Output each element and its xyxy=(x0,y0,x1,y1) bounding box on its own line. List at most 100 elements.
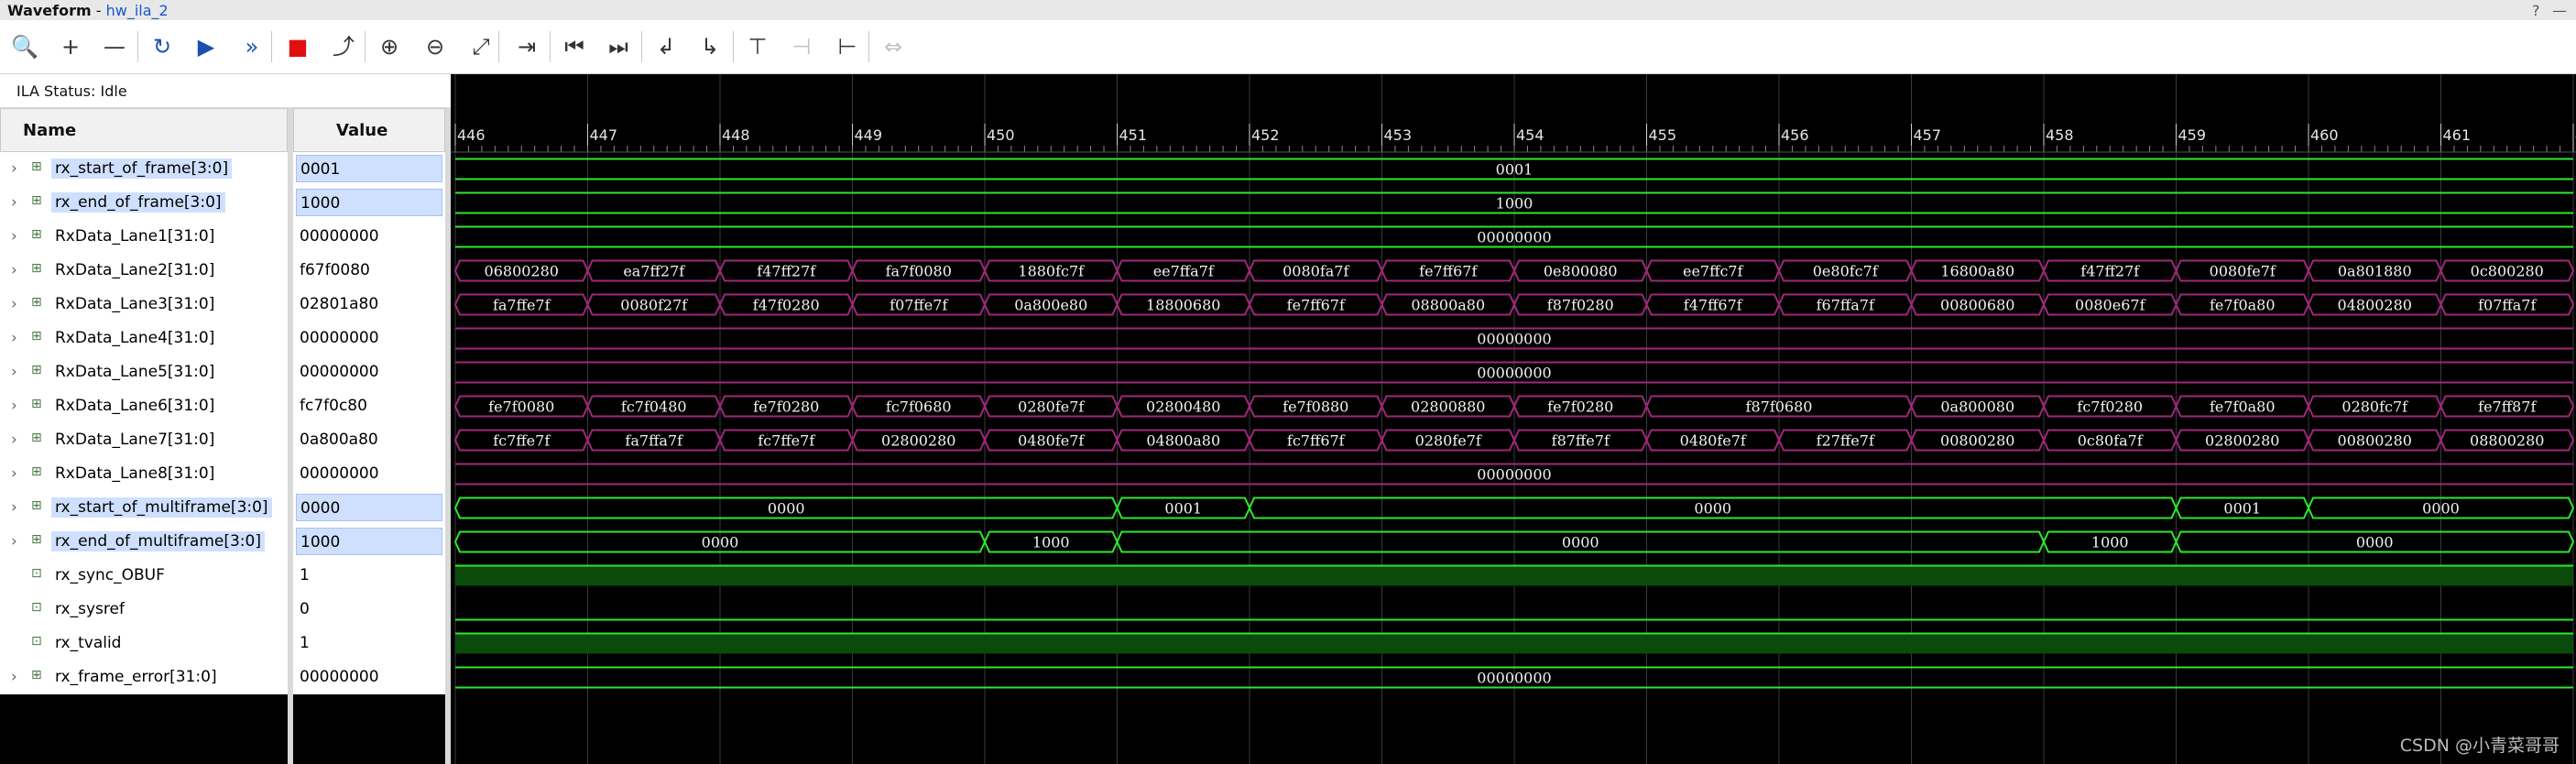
run-trigger-icon[interactable]: ▶ xyxy=(189,29,224,64)
signal-value: 00000000 xyxy=(300,464,379,483)
signal-row-value[interactable]: 00000000 xyxy=(293,457,445,491)
signal-row-value[interactable]: 00000000 xyxy=(293,660,445,694)
next-transition-icon[interactable]: ↳ xyxy=(693,29,727,64)
bus-value-label: 0000 xyxy=(1694,500,1731,518)
name-column-header[interactable]: Name xyxy=(0,108,288,152)
bus-value-label: 0c80fa7f xyxy=(2078,432,2144,450)
expand-chevron-icon[interactable]: › xyxy=(11,193,17,212)
expand-chevron-icon[interactable]: › xyxy=(11,397,17,415)
title-bar: Waveform - hw_ila_2 ? — xyxy=(0,0,2576,21)
signal-row-name[interactable]: › ⊞ RxData_Lane2[31:0] xyxy=(0,254,288,288)
signal-row-name[interactable]: › ⊞ RxData_Lane7[31:0] xyxy=(0,423,288,457)
zoom-out-icon[interactable]: ⊖ xyxy=(418,29,453,64)
signal-row-name[interactable]: › ⊞ RxData_Lane8[31:0] xyxy=(0,457,288,491)
expand-chevron-icon[interactable]: › xyxy=(11,295,17,313)
go-to-cursor-icon[interactable]: ⇥ xyxy=(509,29,544,64)
signal-value: 00000000 xyxy=(300,668,379,686)
signal-row-name[interactable]: › ⊞ rx_end_of_multiframe[3:0] xyxy=(0,525,288,559)
bus-value-label: 02800280 xyxy=(881,432,955,450)
time-ruler[interactable] xyxy=(451,74,2576,152)
bus-icon: ⊞ xyxy=(31,295,42,310)
expand-chevron-icon[interactable]: › xyxy=(11,329,17,347)
bus-icon: ⊞ xyxy=(31,397,42,411)
signal-row-value[interactable]: 1 xyxy=(293,559,445,593)
signal-row-name[interactable]: › ⊞ rx_start_of_frame[3:0] xyxy=(0,152,288,186)
signal-row-value[interactable]: 0a800a80 xyxy=(293,423,445,457)
signal-row-value[interactable]: 0000 xyxy=(293,491,445,525)
signal-row-name[interactable]: › ⊞ RxData_Lane5[31:0] xyxy=(0,355,288,389)
bus-value-label: fe7f0a80 xyxy=(2210,297,2276,314)
bus-value-label: fa7ffe7f xyxy=(493,297,551,314)
bus-value-label: f47ff27f xyxy=(2080,263,2140,280)
run-continuous-icon[interactable]: » xyxy=(235,29,269,64)
ila-name-link[interactable]: hw_ila_2 xyxy=(106,2,169,19)
bus-value-label: 0000 xyxy=(2422,500,2460,518)
zoom-fit-icon[interactable]: ⤢ xyxy=(464,29,498,64)
expand-chevron-icon[interactable]: › xyxy=(11,431,17,449)
signal-row-value[interactable]: 0001 xyxy=(293,152,445,186)
signal-row-value[interactable]: 1 xyxy=(293,627,445,660)
expand-chevron-icon[interactable]: › xyxy=(11,498,17,517)
minimize-button[interactable]: — xyxy=(2552,2,2567,19)
signal-row-name[interactable]: › ⊞ rx_end_of_frame[3:0] xyxy=(0,186,288,220)
bus-value-label: fe7f0880 xyxy=(1283,398,1348,416)
signal-row-name[interactable]: ⊡ rx_sysref xyxy=(0,593,288,627)
signal-value: 0000 xyxy=(296,494,442,521)
toolbar: 🔍 + — ↻ ▶ » ■ ⤴ ⊕ ⊖ ⤢ ⇥ ⏮ ⏭ ↲ ↳ ⊤ ⊣ ⊢ ⇔ xyxy=(0,20,2576,74)
signal-row-value[interactable]: 00000000 xyxy=(293,322,445,355)
bus-value-label: 06800280 xyxy=(485,263,559,280)
signal-value: f67f0080 xyxy=(300,261,370,279)
previous-marker-icon[interactable]: ⊣ xyxy=(784,29,819,64)
go-to-end-icon[interactable]: ⏭ xyxy=(601,29,636,64)
signal-row-name[interactable]: › ⊞ RxData_Lane3[31:0] xyxy=(0,288,288,322)
signal-row-value[interactable]: f67f0080 xyxy=(293,254,445,288)
run-trigger-immediate-icon[interactable]: ↻ xyxy=(145,29,180,64)
ruler-tick-label: 451 xyxy=(1119,126,1148,144)
expand-chevron-icon[interactable]: › xyxy=(11,464,17,483)
add-marker-icon[interactable]: ⊤ xyxy=(740,29,775,64)
bus-value-label: 0480fe7f xyxy=(1680,432,1747,450)
search-icon[interactable]: 🔍 xyxy=(7,29,42,64)
signal-row-value[interactable]: fc7f0c80 xyxy=(293,389,445,423)
bus-value-label: 0480fe7f xyxy=(1018,432,1085,450)
signal-row-name[interactable]: › ⊞ RxData_Lane4[31:0] xyxy=(0,322,288,355)
expand-chevron-icon[interactable]: › xyxy=(11,532,17,551)
watermark: CSDN @小青菜哥哥 xyxy=(2399,736,2560,756)
bit-icon: ⊡ xyxy=(31,566,42,581)
add-icon[interactable]: + xyxy=(53,29,88,64)
signal-row-name[interactable]: › ⊞ RxData_Lane6[31:0] xyxy=(0,389,288,423)
stop-icon[interactable]: ■ xyxy=(280,29,315,64)
bus-value-label: 0001 xyxy=(1164,500,1202,518)
signal-row-value[interactable]: 0 xyxy=(293,593,445,627)
expand-chevron-icon[interactable]: › xyxy=(11,227,17,246)
signal-row-value[interactable]: 00000000 xyxy=(293,220,445,254)
bus-value-label: 16800a80 xyxy=(1940,263,2014,280)
remove-icon[interactable]: — xyxy=(97,29,132,64)
signal-row-name[interactable]: ⊡ rx_tvalid xyxy=(0,627,288,660)
signal-row-name[interactable]: ⊡ rx_sync_OBUF xyxy=(0,559,288,593)
expand-chevron-icon[interactable]: › xyxy=(11,159,17,178)
value-column-header[interactable]: Value xyxy=(293,108,445,152)
ruler-tick-label: 446 xyxy=(457,126,486,144)
next-marker-icon[interactable]: ⊢ xyxy=(830,29,865,64)
expand-chevron-icon[interactable]: › xyxy=(11,261,17,279)
previous-transition-icon[interactable]: ↲ xyxy=(649,29,683,64)
signal-row-name[interactable]: › ⊞ rx_frame_error[31:0] xyxy=(0,660,288,694)
signal-row-name[interactable]: › ⊞ rx_start_of_multiframe[3:0] xyxy=(0,491,288,525)
bus-value-label: 0e800080 xyxy=(1544,263,1618,280)
expand-chevron-icon[interactable]: › xyxy=(11,363,17,381)
expand-chevron-icon[interactable]: › xyxy=(11,668,17,686)
ruler-tick-label: 447 xyxy=(590,126,618,144)
go-to-start-icon[interactable]: ⏮ xyxy=(557,29,592,64)
signal-row-value[interactable]: 1000 xyxy=(293,525,445,559)
signal-row-name[interactable]: › ⊞ RxData_Lane1[31:0] xyxy=(0,220,288,254)
export-icon[interactable]: ⤴ xyxy=(326,29,361,64)
help-button[interactable]: ? xyxy=(2532,2,2540,19)
signal-row-value[interactable]: 02801a80 xyxy=(293,288,445,322)
bus-value-label: fe7f0080 xyxy=(488,398,554,416)
waveform-canvas[interactable]: 446 447 448 449 450 451 452 453 454 455 456 457 458 4… xyxy=(451,74,2576,764)
signal-row-value[interactable]: 1000 xyxy=(293,186,445,220)
zoom-in-icon[interactable]: ⊕ xyxy=(372,29,407,64)
signal-row-value[interactable]: 00000000 xyxy=(293,355,445,389)
bus-value-label: 08800280 xyxy=(2470,432,2544,450)
